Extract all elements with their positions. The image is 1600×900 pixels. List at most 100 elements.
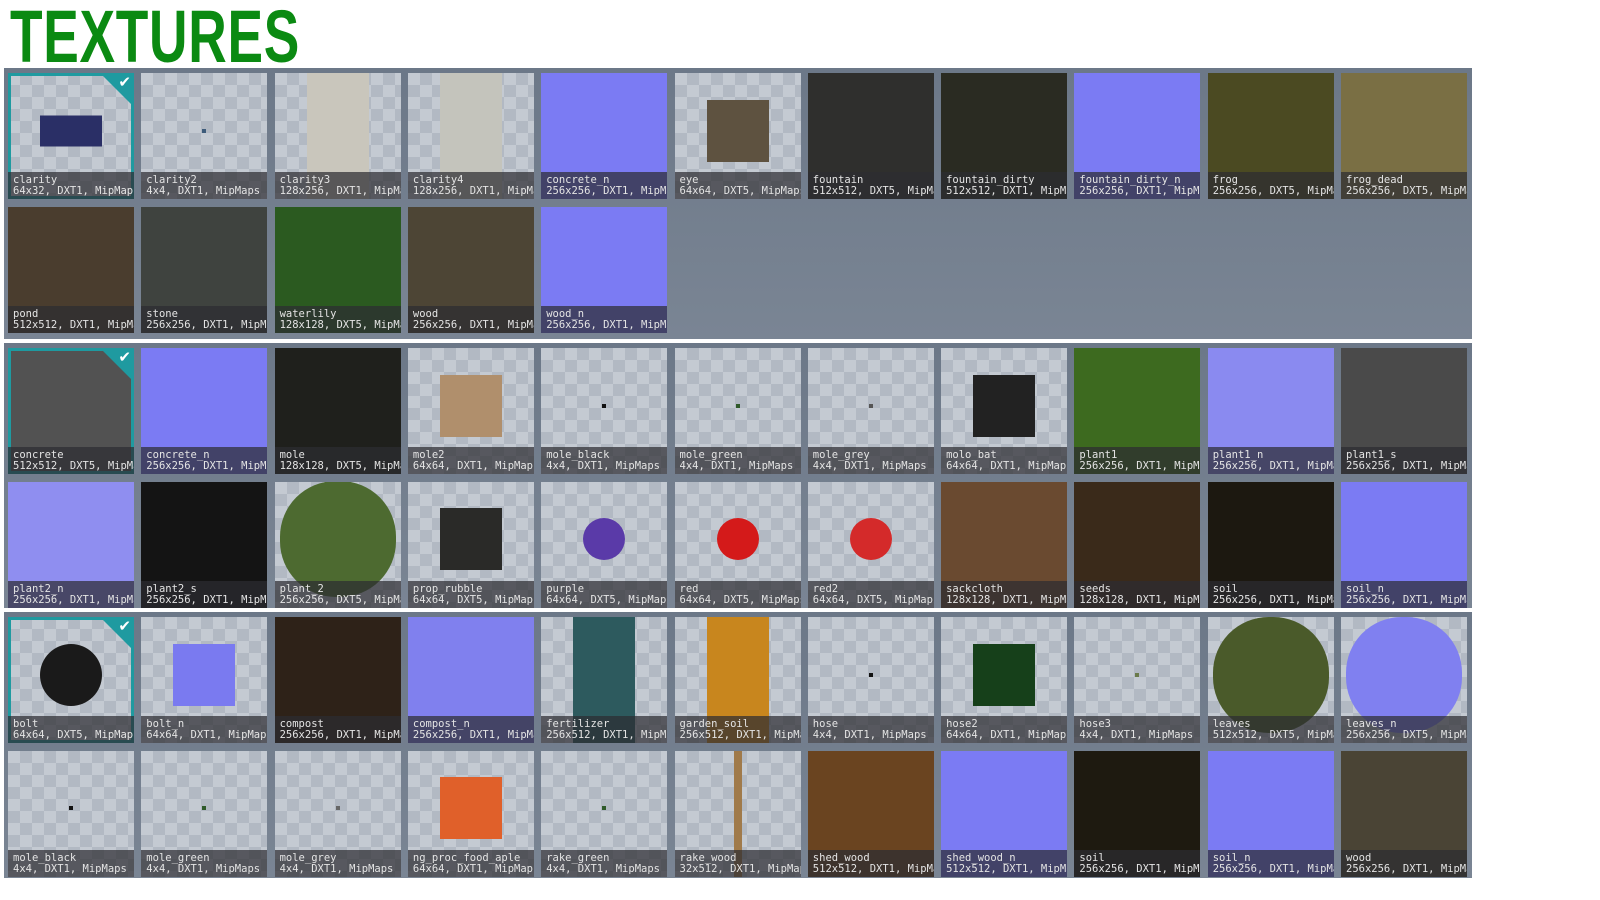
texture-tile-eye[interactable]: eye 64x64, DXT5, MipMaps (674, 73, 801, 199)
texture-label: wood256x256, DXT1, MipMaps (1341, 849, 1467, 877)
texture-tile-mole2[interactable]: mole2 64x64, DXT1, MipMaps (407, 348, 534, 474)
texture-thumbnail (706, 99, 769, 162)
texture-tile-concrete-n[interactable]: concrete_n256x256, DXT1, MipMaps (541, 73, 668, 199)
texture-label: clarity2 4x4, DXT1, MipMaps (141, 172, 268, 199)
texture-name: ng_proc_food_aple (412, 851, 521, 864)
texture-name: rake_wood (679, 851, 737, 864)
texture-tile-rake-green[interactable]: rake_green 4x4, DXT1, MipMaps (541, 750, 668, 877)
texture-tile-wood[interactable]: wood256x256, DXT1, MipMaps (407, 206, 534, 333)
texture-label: purple 64x64, DXT5, MipMaps (541, 580, 668, 608)
texture-tile-fountain-dirty[interactable]: fountain_dirty512x512, DXT1, MipMaps (941, 73, 1068, 199)
texture-tile-bolt-n[interactable]: bolt_n 64x64, DXT1, MipMaps (141, 617, 268, 743)
texture-tile-soil-n[interactable]: soil_n256x256, DXT1, MipMaps (1207, 750, 1334, 877)
texture-tile-wood-n[interactable]: wood_n256x256, DXT1, MipMaps (541, 206, 668, 333)
texture-tile-soil-n[interactable]: soil_n256x256, DXT1, MipMaps (1341, 481, 1467, 608)
texture-info: 256x256, DXT1, MipMaps (146, 593, 267, 606)
texture-name: red2 (812, 582, 839, 595)
texture-tile-mole-grey[interactable]: mole_grey 4x4, DXT1, MipMaps (274, 750, 401, 877)
texture-label: wood256x256, DXT1, MipMaps (407, 305, 534, 333)
texture-tile-molo-bat[interactable]: molo_bat 64x64, DXT1, MipMaps (941, 348, 1068, 474)
texture-info: 256x256, DXT1, MipMaps (13, 593, 134, 606)
texture-info: 512x512, DXT5, MipMaps (812, 185, 934, 197)
texture-tile-clarity2[interactable]: clarity2 4x4, DXT1, MipMaps (141, 73, 268, 199)
texture-name: mole_black (13, 851, 77, 864)
texture-tile-mole-black[interactable]: mole_black 4x4, DXT1, MipMaps (541, 348, 668, 474)
texture-label: concrete512x512, DXT5, MipMaps (8, 447, 134, 474)
texture-info: 256x256, DXT1, MipMaps (412, 729, 534, 741)
texture-tile-hose[interactable]: hose 4x4, DXT1, MipMaps (807, 617, 934, 743)
texture-tile-concrete-n[interactable]: concrete_n256x256, DXT1, MipMaps (141, 348, 268, 474)
texture-tile-clarity[interactable]: ✔ clarity 64x32, DXT1, MipMaps (8, 73, 134, 199)
texture-label: concrete_n256x256, DXT1, MipMaps (541, 172, 668, 199)
texture-label: fountain512x512, DXT5, MipMaps (807, 172, 934, 199)
texture-tile-compost-n[interactable]: compost_n256x256, DXT1, MipMaps (407, 617, 534, 743)
texture-tile-leaves-n[interactable]: leaves_n256x256, DXT5, MipMaps (1341, 617, 1467, 743)
texture-thumbnail (202, 806, 207, 811)
texture-group: ✔ concrete512x512, DXT5, MipMaps concrete_… (4, 343, 1472, 608)
texture-tile-ng-proc-food-aple[interactable]: ng_proc_food_aple 64x64, DXT1, MipMaps (407, 750, 534, 877)
texture-name: wood (412, 307, 439, 320)
texture-group: ✔ bolt 64x64, DXT5, MipMaps bolt_n 64x64, DX… (4, 612, 1472, 878)
texture-info: 128x256, DXT1, MipMaps (412, 185, 534, 197)
texture-label: shed_wood_n512x512, DXT1, MipMaps (941, 849, 1068, 877)
texture-info: 4x4, DXT1, MipMaps (812, 729, 927, 741)
texture-tile-frog-dead[interactable]: frog_dead256x256, DXT5, MipMaps (1341, 73, 1467, 199)
texture-info: 256x256, DXT1, MipMaps (1079, 862, 1200, 875)
texture-info: 4x4, DXT1, MipMaps (146, 185, 261, 197)
texture-tile-compost[interactable]: compost256x256, DXT1, MipMaps (274, 617, 401, 743)
texture-info: 128x128, DXT1, MipMaps (1079, 593, 1200, 606)
texture-tile-sackcloth[interactable]: sackcloth128x128, DXT1, MipMaps (941, 481, 1068, 608)
texture-tile-fountain-dirty-n[interactable]: fountain_dirty_n256x256, DXT1, MipMaps (1074, 73, 1201, 199)
texture-label: sackcloth128x128, DXT1, MipMaps (941, 580, 1068, 608)
texture-tile-mole-black[interactable]: mole_black 4x4, DXT1, MipMaps (8, 750, 134, 877)
texture-tile-soil[interactable]: soil256x256, DXT1, MipMaps (1074, 750, 1201, 877)
texture-tile-wood[interactable]: wood256x256, DXT1, MipMaps (1341, 750, 1467, 877)
texture-tile-fountain[interactable]: fountain512x512, DXT5, MipMaps (807, 73, 934, 199)
texture-tile-mole-green[interactable]: mole_green 4x4, DXT1, MipMaps (674, 348, 801, 474)
texture-tile-shed-wood[interactable]: shed_wood512x512, DXT1, MipMaps (807, 750, 934, 877)
texture-tile-plant-2[interactable]: plant_2256x256, DXT5, MipMaps (274, 481, 401, 608)
texture-tile-plant1-n[interactable]: plant1_n256x256, DXT1, MipMaps (1207, 348, 1334, 474)
texture-label: fountain_dirty512x512, DXT1, MipMaps (941, 172, 1068, 199)
texture-tile-hose3[interactable]: hose3 4x4, DXT1, MipMaps (1074, 617, 1201, 743)
texture-info: 4x4, DXT1, MipMaps (546, 460, 660, 472)
texture-label: garden_soil256x512, DXT1, MipMaps (674, 716, 801, 743)
texture-label: clarity 64x32, DXT1, MipMaps (8, 172, 134, 199)
texture-label: rake_wood 32x512, DXT1, MipMaps (674, 849, 801, 877)
texture-label: mole_grey 4x4, DXT1, MipMaps (274, 849, 401, 877)
texture-tile-clarity4[interactable]: clarity4128x256, DXT1, MipMaps (407, 73, 534, 199)
texture-tile-plant1-s[interactable]: plant1_s256x256, DXT1, MipMaps (1341, 348, 1467, 474)
texture-tile-red2[interactable]: red2 64x64, DXT5, MipMaps (807, 481, 934, 608)
texture-tile-plant2-s[interactable]: plant2_s256x256, DXT1, MipMaps (141, 481, 268, 608)
texture-tile-hose2[interactable]: hose2 64x64, DXT1, MipMaps (941, 617, 1068, 743)
texture-tile-plant1[interactable]: plant1256x256, DXT1, MipMaps (1074, 348, 1201, 474)
texture-tile-clarity3[interactable]: clarity3128x256, DXT1, MipMaps (274, 73, 401, 199)
texture-tile-frog[interactable]: frog256x256, DXT5, MipMaps (1207, 73, 1334, 199)
texture-tile-seeds[interactable]: seeds128x128, DXT1, MipMaps (1074, 481, 1201, 608)
texture-tile-waterlily[interactable]: waterlily128x128, DXT5, MipMaps (274, 206, 401, 333)
texture-tile-plant2-n[interactable]: plant2_n256x256, DXT1, MipMaps (8, 481, 134, 608)
texture-tile-soil[interactable]: soil256x256, DXT1, MipMaps (1207, 481, 1334, 608)
texture-tile-fertilizer[interactable]: fertilizer256x512, DXT1, MipMaps (541, 617, 668, 743)
texture-tile-purple[interactable]: purple 64x64, DXT5, MipMaps (541, 481, 668, 608)
checkmark-icon: ✔ (118, 73, 131, 91)
texture-tile-garden-soil[interactable]: garden_soil256x512, DXT1, MipMaps (674, 617, 801, 743)
texture-tile-red[interactable]: red 64x64, DXT5, MipMaps (674, 481, 801, 608)
texture-label: soil256x256, DXT1, MipMaps (1207, 580, 1334, 608)
texture-tile-stone[interactable]: stone256x256, DXT1, MipMaps (141, 206, 268, 333)
texture-thumbnail (973, 374, 1036, 437)
texture-tile-mole-grey[interactable]: mole_grey 4x4, DXT1, MipMaps (807, 348, 934, 474)
texture-label: pond512x512, DXT1, MipMaps (8, 305, 134, 333)
texture-tile-pond[interactable]: pond512x512, DXT1, MipMaps (8, 206, 134, 333)
texture-tile-mole[interactable]: mole128x128, DXT5, MipMaps (274, 348, 401, 474)
texture-name: soil_n (1346, 582, 1384, 595)
texture-tile-bolt[interactable]: ✔ bolt 64x64, DXT5, MipMaps (8, 617, 134, 743)
texture-tile-prop-rubble[interactable]: prop_rubble 64x64, DXT5, MipMaps (407, 481, 534, 608)
texture-tile-shed-wood-n[interactable]: shed_wood_n512x512, DXT1, MipMaps (941, 750, 1068, 877)
texture-tile-concrete[interactable]: ✔ concrete512x512, DXT5, MipMaps (8, 348, 134, 474)
texture-tile-mole-green[interactable]: mole_green 4x4, DXT1, MipMaps (141, 750, 268, 877)
texture-info: 512x512, DXT1, MipMaps (946, 185, 1067, 197)
texture-tile-leaves[interactable]: leaves512x512, DXT5, MipMaps (1207, 617, 1334, 743)
texture-info: 64x64, DXT5, MipMaps (679, 185, 801, 197)
texture-tile-rake-wood[interactable]: rake_wood 32x512, DXT1, MipMaps (674, 750, 801, 877)
